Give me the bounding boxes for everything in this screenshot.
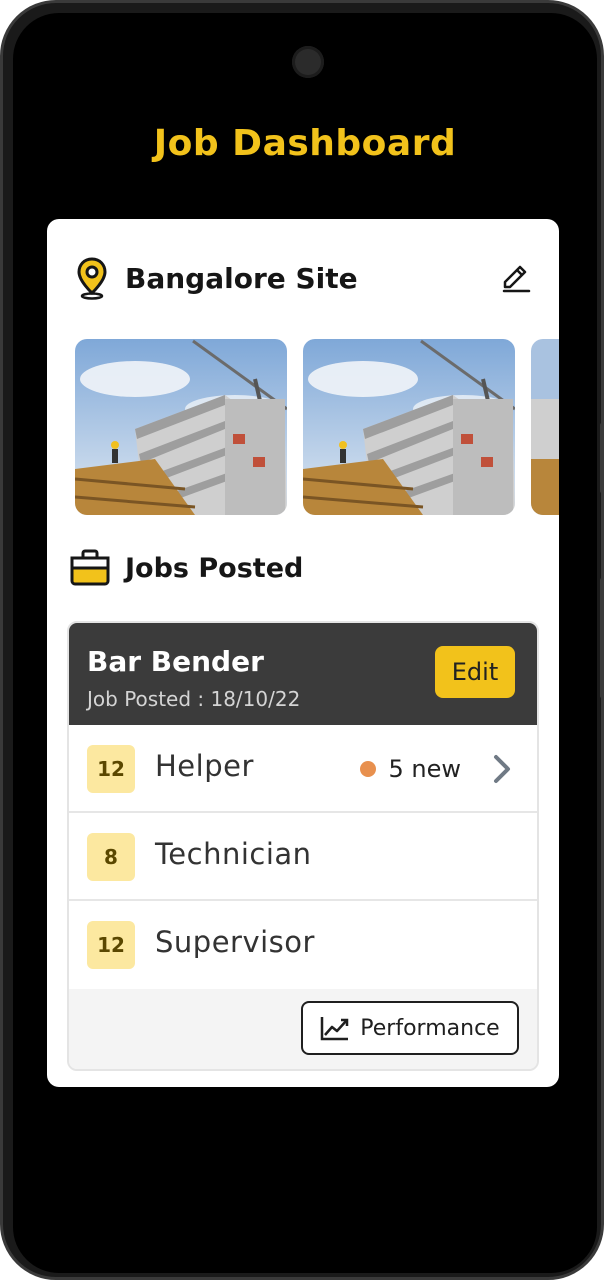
role-count-badge: 8: [87, 833, 135, 881]
jobs-posted-title: Jobs Posted: [125, 552, 304, 584]
site-photo-carousel[interactable]: [75, 339, 559, 515]
role-name: Technician: [155, 837, 312, 871]
role-count-badge: 12: [87, 921, 135, 969]
site-photo[interactable]: [75, 339, 287, 515]
site-card: Bangalore Site Jobs Posted Bar Bender Jo…: [47, 219, 559, 1087]
trend-chart-icon: [321, 1017, 349, 1041]
new-count: 5 new: [388, 755, 461, 783]
site-photo[interactable]: [531, 339, 559, 515]
role-name: Supervisor: [155, 925, 315, 959]
job-title: Bar Bender: [87, 645, 264, 678]
role-row-supervisor[interactable]: 12 Supervisor: [69, 901, 537, 989]
role-count-badge: 12: [87, 745, 135, 793]
performance-footer: Performance: [69, 989, 537, 1069]
site-photo[interactable]: [303, 339, 515, 515]
screen: Job Dashboard Bangalore Site Jobs Posted…: [13, 13, 597, 1273]
edit-job-button[interactable]: Edit: [435, 646, 515, 698]
performance-label: Performance: [360, 1015, 500, 1041]
page-title: Job Dashboard: [153, 123, 457, 164]
performance-button[interactable]: Performance: [301, 1001, 519, 1055]
phone-frame: Job Dashboard Bangalore Site Jobs Posted…: [0, 0, 604, 1280]
role-name: Helper: [155, 749, 254, 783]
job-card: Bar Bender Job Posted : 18/10/22 Edit 12…: [67, 621, 539, 1071]
volume-button: [600, 423, 604, 493]
jobs-posted-header: Jobs Posted: [69, 545, 303, 591]
site-header: Bangalore Site: [75, 253, 533, 303]
new-applicants-indicator: 5 new: [360, 755, 461, 783]
role-row-helper[interactable]: 12 Helper 5 new: [69, 725, 537, 813]
job-card-header: Bar Bender Job Posted : 18/10/22 Edit: [69, 623, 537, 725]
pencil-edit-icon[interactable]: [499, 261, 533, 295]
site-name: Bangalore Site: [125, 261, 358, 295]
location-pin-icon: [77, 257, 107, 300]
new-dot-icon: [360, 761, 377, 777]
job-posted-date: Job Posted : 18/10/22: [87, 687, 301, 711]
role-row-technician[interactable]: 8 Technician: [69, 813, 537, 901]
briefcase-icon: [70, 549, 110, 586]
power-button: [600, 578, 604, 698]
front-camera: [292, 46, 324, 78]
chevron-right-icon[interactable]: [491, 753, 513, 785]
